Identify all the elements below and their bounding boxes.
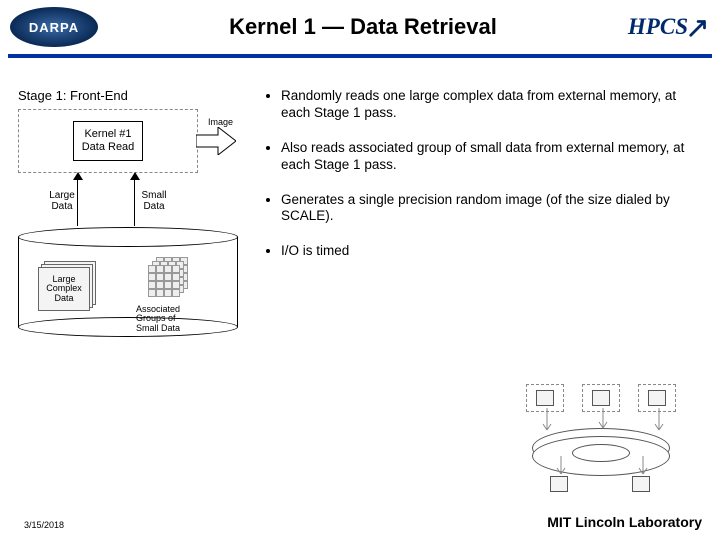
storage-cylinder-icon: LargeComplexData AssociatedGroups ofSmal… (18, 227, 238, 337)
system-ring-diagram (510, 384, 690, 494)
bullet-list: Randomly reads one large complex data fr… (265, 88, 702, 260)
arrow-icon (540, 408, 554, 436)
hpcs-logo: HPCS (628, 14, 710, 40)
connector-line (134, 180, 135, 226)
bullet-item: Generates a single precision random imag… (281, 192, 702, 226)
footer-date: 3/15/2018 (24, 520, 64, 530)
hpcs-logo-text: HPCS (628, 14, 688, 40)
sheet-label: LargeComplexData (46, 275, 82, 303)
arrow-icon (636, 456, 650, 478)
arrow-icon (652, 408, 666, 436)
bullet-list-area: Randomly reads one large complex data fr… (253, 88, 702, 337)
darpa-badge: DARPA (10, 7, 98, 47)
kernel-box: Kernel #1 Data Read (73, 121, 144, 161)
image-output-label: Image (208, 117, 233, 127)
stage-label: Stage 1: Front-End (18, 88, 253, 103)
slide-body: Stage 1: Front-End Kernel #1 Data Read I… (0, 58, 720, 337)
hpcs-arrow-icon (688, 16, 710, 38)
bullet-item: I/O is timed (281, 243, 702, 260)
large-data-label: LargeData (46, 191, 78, 212)
bullet-item: Randomly reads one large complex data fr… (281, 88, 702, 122)
stage-dashed-box: Kernel #1 Data Read (18, 109, 198, 173)
large-complex-data-stack: LargeComplexData (38, 261, 96, 313)
left-diagram: Stage 1: Front-End Kernel #1 Data Read I… (18, 88, 253, 337)
arrow-icon (596, 408, 610, 434)
up-arrow-icon (130, 172, 140, 180)
image-output-arrow-icon (196, 127, 236, 155)
small-data-label: SmallData (138, 191, 170, 212)
data-connectors: LargeData SmallData (18, 173, 253, 227)
footer-lab: MIT Lincoln Laboratory (547, 514, 702, 530)
darpa-badge-text: DARPA (29, 20, 79, 35)
kernel-line1: Kernel #1 (82, 128, 135, 141)
bullet-item: Also reads associated group of small dat… (281, 140, 702, 174)
up-arrow-icon (73, 172, 83, 180)
slide-header: DARPA Kernel 1 — Data Retrieval HPCS (0, 0, 720, 54)
slide-title: Kernel 1 — Data Retrieval (98, 14, 628, 40)
associated-groups-label: AssociatedGroups ofSmall Data (136, 305, 180, 333)
kernel-line2: Data Read (82, 141, 135, 154)
arrow-icon (554, 456, 568, 478)
